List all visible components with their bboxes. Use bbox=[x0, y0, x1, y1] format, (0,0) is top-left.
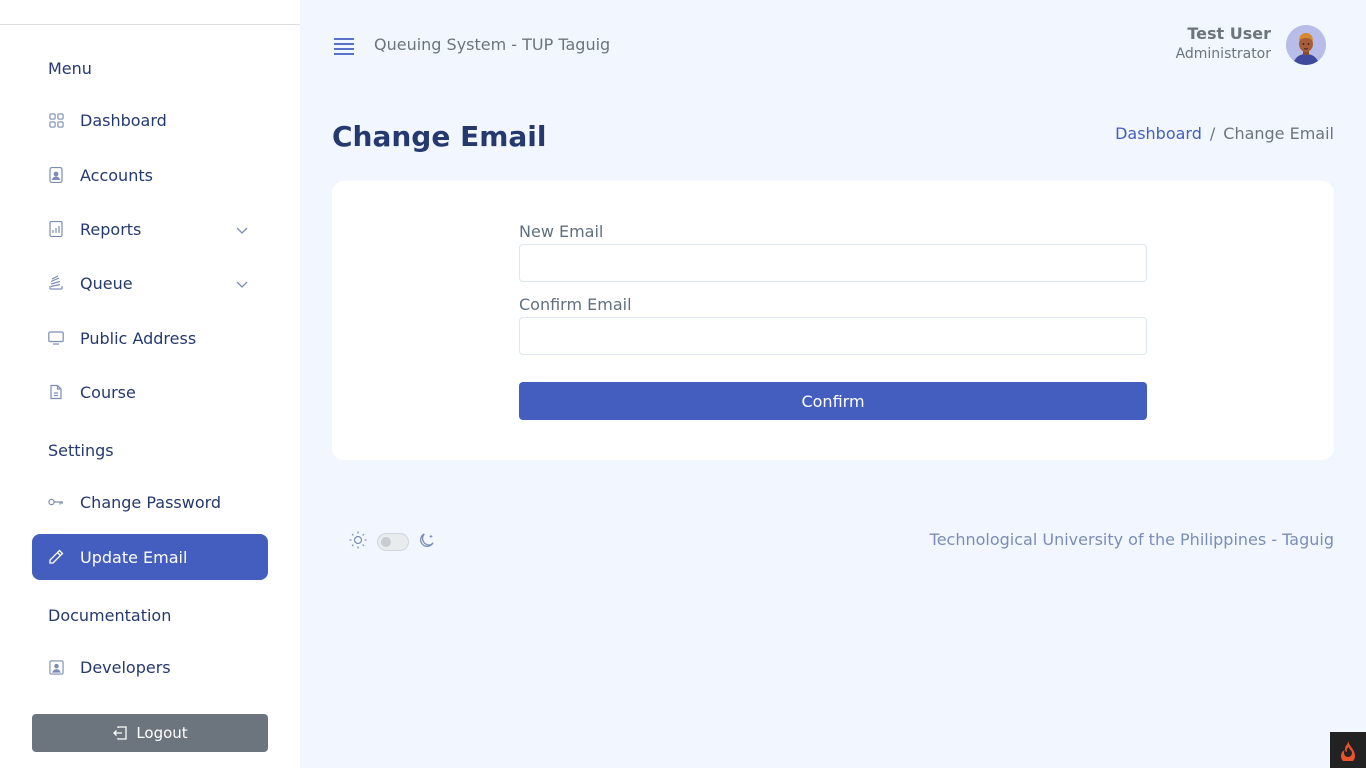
sidebar-item-label: Course bbox=[80, 382, 136, 402]
key-icon bbox=[48, 494, 64, 510]
box-arrow-left-icon bbox=[112, 725, 128, 741]
sidebar-item-label: Developers bbox=[80, 657, 171, 677]
sidebar-item-label: Dashboard bbox=[80, 110, 167, 130]
sidebar-item-update-email[interactable]: Update Email bbox=[32, 534, 268, 580]
sidebar-item-label: Change Password bbox=[80, 492, 222, 512]
sidebar-item-developers[interactable]: Developers bbox=[32, 644, 268, 690]
dark-mode-switch[interactable] bbox=[377, 533, 409, 551]
sidebar-item-public-address[interactable]: Public Address bbox=[32, 315, 268, 361]
breadcrumb-current: Change Email bbox=[1223, 124, 1334, 143]
display-icon bbox=[48, 330, 64, 346]
avatar[interactable] bbox=[1286, 25, 1326, 65]
chevron-down-icon bbox=[236, 275, 248, 288]
new-email-input[interactable] bbox=[519, 244, 1147, 282]
sidebar-item-label: Reports bbox=[80, 219, 142, 239]
confirm-email-input[interactable] bbox=[519, 317, 1147, 355]
sidebar-item-queue[interactable]: Queue bbox=[32, 260, 268, 306]
file-icon bbox=[48, 384, 64, 400]
grid-icon bbox=[48, 112, 64, 128]
sidebar-item-course[interactable]: Course bbox=[32, 369, 268, 415]
sidebar-item-label: Public Address bbox=[80, 328, 197, 348]
footer-text: Technological University of the Philippi… bbox=[929, 530, 1334, 549]
user-name: Test User bbox=[1187, 24, 1271, 43]
sidebar-section-menu: Menu bbox=[48, 59, 92, 78]
breadcrumb-link-dashboard[interactable]: Dashboard bbox=[1115, 124, 1202, 143]
sidebar-item-accounts[interactable]: Accounts bbox=[32, 152, 268, 198]
page-title: Change Email bbox=[332, 120, 547, 153]
theme-toggle bbox=[348, 530, 436, 554]
dark-mode-switch-knob bbox=[381, 537, 391, 547]
sidebar-section-documentation: Documentation bbox=[48, 606, 172, 625]
logout-label: Logout bbox=[136, 724, 188, 742]
hamburger-menu-icon[interactable] bbox=[333, 36, 355, 56]
breadcrumb: Dashboard / Change Email bbox=[1115, 124, 1334, 143]
user-role: Administrator bbox=[1175, 46, 1271, 62]
change-email-card: New Email Confirm Email Confirm bbox=[332, 181, 1334, 460]
stack-icon bbox=[48, 275, 64, 291]
bar-chart-icon bbox=[48, 221, 64, 237]
sidebar-item-reports[interactable]: Reports bbox=[32, 206, 268, 252]
person-square-icon bbox=[48, 659, 64, 675]
sidebar-item-label: Update Email bbox=[80, 547, 188, 567]
chevron-down-icon bbox=[236, 221, 248, 234]
sidebar-item-change-password[interactable]: Change Password bbox=[32, 479, 268, 525]
confirm-button[interactable]: Confirm bbox=[519, 382, 1147, 420]
confirm-email-label: Confirm Email bbox=[519, 295, 632, 314]
sidebar: Menu Dashboard Accounts Reports Queue Pu… bbox=[0, 0, 300, 768]
debug-toolbar-flame-icon[interactable] bbox=[1330, 732, 1366, 768]
pencil-icon bbox=[48, 549, 64, 565]
sidebar-item-label: Accounts bbox=[80, 165, 153, 185]
moon-icon bbox=[418, 531, 436, 553]
sidebar-item-dashboard[interactable]: Dashboard bbox=[32, 97, 268, 143]
logout-button[interactable]: Logout bbox=[32, 714, 268, 752]
breadcrumb-separator: / bbox=[1209, 124, 1216, 143]
sidebar-section-settings: Settings bbox=[48, 441, 114, 460]
new-email-label: New Email bbox=[519, 222, 604, 241]
app-title: Queuing System - TUP Taguig bbox=[374, 35, 611, 54]
sidebar-item-label: Queue bbox=[80, 273, 133, 293]
sun-icon bbox=[348, 530, 368, 554]
person-badge-icon bbox=[48, 167, 64, 183]
sidebar-divider bbox=[0, 24, 300, 25]
